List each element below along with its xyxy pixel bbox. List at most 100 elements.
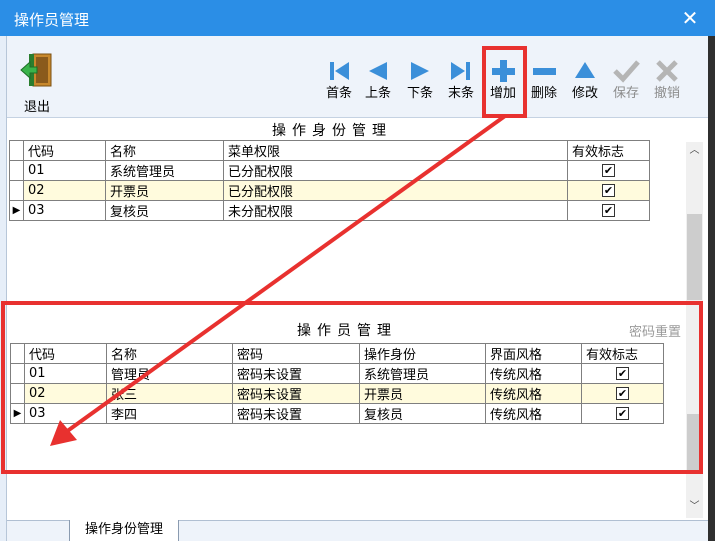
x-icon [656,60,678,82]
column-header-code[interactable]: 代码 [24,343,107,364]
edit-button[interactable]: 修改 [565,54,605,102]
close-button[interactable]: ✕ [672,0,708,36]
cell-role[interactable]: 复核员 [359,403,486,424]
valid-checkbox[interactable]: ✔ [616,407,629,420]
valid-checkbox[interactable]: ✔ [602,184,615,197]
first-record-label: 首条 [325,86,352,101]
plus-icon [492,60,515,82]
current-row-pointer-icon: ▶ [9,200,24,221]
operator-header-row: 代码 名称 密码 操作身份 界面风格 有效标志 [10,343,664,364]
column-header-valid-flag[interactable]: 有效标志 [567,140,650,161]
operator-section-title: 操作员管理 [297,323,397,339]
scroll-up-icon[interactable]: ︿ [686,142,703,159]
valid-checkbox[interactable]: ✔ [616,367,629,380]
exit-button[interactable]: 退出 [15,52,59,115]
row-indicator [10,383,25,404]
left-border [0,36,7,541]
cell-ui-style[interactable]: 传统风格 [485,383,582,404]
checkmark-icon [613,60,640,83]
table-row[interactable]: 02 张三 密码未设置 开票员 传统风格 ✔ [10,383,664,404]
cell-code[interactable]: 02 [23,180,106,201]
save-label: 保存 [612,86,639,101]
window-title: 操作员管理 [14,11,90,29]
cell-permission[interactable]: 未分配权限 [223,200,568,221]
identity-table: 代码 名称 菜单权限 有效标志 01 系统管理员 已分配权限 ✔ 02 开票员 … [9,140,650,221]
row-indicator [9,180,24,201]
valid-checkbox[interactable]: ✔ [616,387,629,400]
cell-name[interactable]: 开票员 [105,180,224,201]
column-header-valid-flag[interactable]: 有效标志 [581,343,664,364]
cell-name[interactable]: 管理员 [106,363,233,384]
cancel-label: 撤销 [653,86,680,101]
operator-scrollbar[interactable]: ﹀ [686,304,703,518]
cell-ui-style[interactable]: 传统风格 [485,363,582,384]
cell-password[interactable]: 密码未设置 [232,363,360,384]
cell-password[interactable]: 密码未设置 [232,403,360,424]
exit-door-icon [20,53,52,87]
next-record-button[interactable]: 下条 [400,54,440,102]
tab-identity-management[interactable]: 操作身份管理 [69,520,179,541]
cell-code[interactable]: 01 [24,363,107,384]
minus-icon [533,68,556,75]
valid-checkbox[interactable]: ✔ [602,164,615,177]
column-header-password[interactable]: 密码 [232,343,360,364]
scroll-thumb[interactable] [687,214,702,300]
cell-name[interactable]: 系统管理员 [105,160,224,181]
table-row[interactable]: ▶ 03 李四 密码未设置 复核员 传统风格 ✔ [10,403,664,424]
cell-name[interactable]: 李四 [106,403,233,424]
table-row[interactable]: 01 系统管理员 已分配权限 ✔ [9,160,650,181]
cell-permission[interactable]: 已分配权限 [223,160,568,181]
add-label: 增加 [489,86,516,101]
reset-password-button[interactable]: 密码重置 [629,321,681,340]
cell-password[interactable]: 密码未设置 [232,383,360,404]
current-row-pointer-icon: ▶ [10,403,25,424]
add-button[interactable]: 增加 [483,54,523,102]
column-header-menu-permission[interactable]: 菜单权限 [223,140,568,161]
toolbar: 退出 首条 上条 下条 末条 增加 删除 修改 保存 撤销 [7,36,708,118]
column-header-name[interactable]: 名称 [106,343,233,364]
right-border [708,36,715,541]
column-header-role[interactable]: 操作身份 [359,343,486,364]
table-row[interactable]: 02 开票员 已分配权限 ✔ [9,180,650,201]
cell-code[interactable]: 03 [23,200,106,221]
row-indicator-header [9,140,24,161]
delete-button[interactable]: 删除 [524,54,564,102]
operator-management-window: 操作员管理 ✕ 退出 首条 上条 下条 末条 增加 删除 修改 保存 撤销 操作… [0,0,715,541]
table-row[interactable]: ▶ 03 复核员 未分配权限 ✔ [9,200,650,221]
row-indicator-header [10,343,25,364]
identity-section-title: 操作身份管理 [272,123,392,139]
valid-checkbox[interactable]: ✔ [602,204,615,217]
identity-scrollbar[interactable]: ︿ [686,142,703,302]
cell-role[interactable]: 开票员 [359,383,486,404]
previous-record-icon [369,62,387,80]
cell-code[interactable]: 02 [24,383,107,404]
column-header-name[interactable]: 名称 [105,140,224,161]
cell-code[interactable]: 03 [24,403,107,424]
save-button[interactable]: 保存 [606,54,646,102]
identity-header-row: 代码 名称 菜单权限 有效标志 [9,140,650,161]
operator-panel: 操作员管理 密码重置 代码 名称 密码 操作身份 界面风格 有效标志 01 管理… [7,304,708,520]
cell-code[interactable]: 01 [23,160,106,181]
next-record-label: 下条 [406,86,433,101]
first-record-button[interactable]: 首条 [319,54,359,102]
previous-record-label: 上条 [364,86,391,101]
cell-name[interactable]: 复核员 [105,200,224,221]
next-record-icon [411,62,429,80]
cell-name[interactable]: 张三 [106,383,233,404]
column-header-ui-style[interactable]: 界面风格 [485,343,582,364]
table-row[interactable]: 01 管理员 密码未设置 系统管理员 传统风格 ✔ [10,363,664,384]
last-record-button[interactable]: 末条 [441,54,481,102]
cell-role[interactable]: 系统管理员 [359,363,486,384]
row-indicator [9,160,24,181]
cell-ui-style[interactable]: 传统风格 [485,403,582,424]
cell-permission[interactable]: 已分配权限 [223,180,568,201]
delete-label: 删除 [530,86,557,101]
previous-record-button[interactable]: 上条 [358,54,398,102]
last-record-label: 末条 [447,86,474,101]
scroll-down-icon[interactable]: ﹀ [686,498,703,515]
cancel-button[interactable]: 撤销 [647,54,687,102]
first-record-icon [330,62,349,80]
exit-label: 退出 [23,100,50,115]
column-header-code[interactable]: 代码 [23,140,106,161]
scroll-thumb[interactable] [687,414,702,472]
